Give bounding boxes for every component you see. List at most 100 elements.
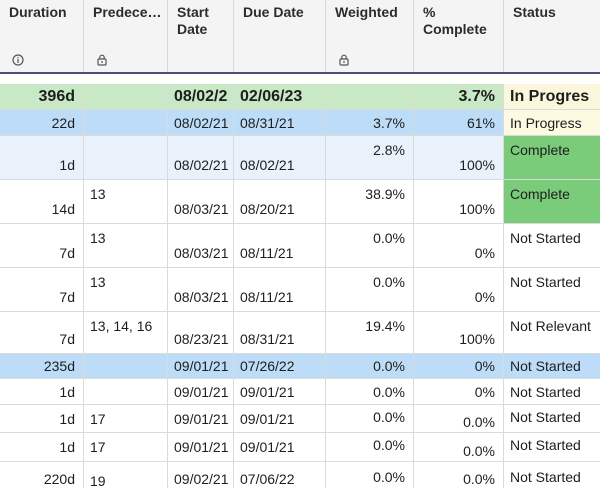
- cell-percent-complete[interactable]: 100%: [414, 136, 504, 179]
- cell-predecessors[interactable]: 13, 14, 16: [84, 312, 168, 353]
- cell-predecessors[interactable]: 13: [84, 268, 168, 311]
- cell-start-date[interactable]: 08/23/21: [168, 312, 234, 353]
- cell-due-date[interactable]: 08/20/21: [234, 180, 326, 223]
- cell-duration[interactable]: 7d: [0, 268, 84, 311]
- column-header-start-date[interactable]: Start Date: [168, 0, 234, 72]
- table-row[interactable]: 14d 13 08/03/21 08/20/21 38.9% 100% Comp…: [0, 180, 600, 224]
- cell-weighted[interactable]: 38.9%: [326, 180, 414, 223]
- cell-percent-complete[interactable]: 0.0%: [414, 405, 504, 432]
- cell-status[interactable]: Not Started: [504, 354, 600, 378]
- cell-start-date[interactable]: 09/02/21: [168, 462, 234, 488]
- cell-weighted[interactable]: 3.7%: [326, 110, 414, 135]
- table-row[interactable]: 1d 09/01/21 09/01/21 0.0% 0% Not Started: [0, 379, 600, 405]
- cell-start-date[interactable]: 08/02/21: [168, 110, 234, 135]
- cell-weighted[interactable]: 0.0%: [326, 224, 414, 267]
- table-row[interactable]: 1d 17 09/01/21 09/01/21 0.0% 0.0% Not St…: [0, 405, 600, 433]
- table-row[interactable]: 7d 13 08/03/21 08/11/21 0.0% 0% Not Star…: [0, 268, 600, 312]
- cell-percent-complete[interactable]: 100%: [414, 312, 504, 353]
- column-header-due-date[interactable]: Due Date: [234, 0, 326, 72]
- cell-status[interactable]: In Progress: [504, 110, 600, 135]
- cell-weighted[interactable]: 0.0%: [326, 354, 414, 378]
- cell-start-date[interactable]: 08/03/21: [168, 268, 234, 311]
- table-row[interactable]: 22d 08/02/21 08/31/21 3.7% 61% In Progre…: [0, 110, 600, 136]
- cell-duration[interactable]: 1d: [0, 379, 84, 404]
- cell-due-date[interactable]: 08/31/21: [234, 110, 326, 135]
- cell-predecessors[interactable]: [84, 136, 168, 179]
- cell-weighted[interactable]: [326, 84, 414, 109]
- cell-predecessors[interactable]: 17: [84, 433, 168, 461]
- cell-due-date[interactable]: 07/26/22: [234, 354, 326, 378]
- cell-start-date[interactable]: 09/01/21: [168, 379, 234, 404]
- cell-due-date[interactable]: 08/11/21: [234, 268, 326, 311]
- cell-duration[interactable]: 235d: [0, 354, 84, 378]
- cell-status[interactable]: In Progres: [504, 84, 600, 109]
- cell-status[interactable]: Not Started: [504, 462, 600, 488]
- cell-status[interactable]: Not Started: [504, 224, 600, 267]
- cell-duration[interactable]: 1d: [0, 136, 84, 179]
- column-header-duration[interactable]: Duration: [0, 0, 84, 72]
- cell-start-date[interactable]: 09/01/21: [168, 405, 234, 432]
- cell-predecessors[interactable]: [84, 110, 168, 135]
- cell-weighted[interactable]: 19.4%: [326, 312, 414, 353]
- cell-due-date[interactable]: 02/06/23: [234, 84, 326, 109]
- cell-due-date[interactable]: 08/31/21: [234, 312, 326, 353]
- cell-percent-complete[interactable]: 0%: [414, 268, 504, 311]
- cell-status[interactable]: Not Relevant: [504, 312, 600, 353]
- cell-predecessors[interactable]: [84, 354, 168, 378]
- cell-percent-complete[interactable]: 100%: [414, 180, 504, 223]
- cell-duration[interactable]: 22d: [0, 110, 84, 135]
- cell-duration[interactable]: 1d: [0, 405, 84, 432]
- table-row[interactable]: 7d 13, 14, 16 08/23/21 08/31/21 19.4% 10…: [0, 312, 600, 354]
- cell-status[interactable]: Complete: [504, 180, 600, 223]
- cell-status[interactable]: Complete: [504, 136, 600, 179]
- cell-due-date[interactable]: 09/01/21: [234, 405, 326, 432]
- cell-start-date[interactable]: 09/01/21: [168, 354, 234, 378]
- cell-percent-complete[interactable]: 0%: [414, 224, 504, 267]
- cell-percent-complete[interactable]: 0.0%: [414, 433, 504, 461]
- column-header-predecessors[interactable]: Predece…: [84, 0, 168, 72]
- cell-due-date[interactable]: 08/02/21: [234, 136, 326, 179]
- column-header-percent-complete[interactable]: % Complete: [414, 0, 504, 72]
- cell-predecessors[interactable]: 13: [84, 180, 168, 223]
- cell-predecessors[interactable]: 19: [84, 462, 168, 488]
- cell-due-date[interactable]: 08/11/21: [234, 224, 326, 267]
- cell-duration[interactable]: 7d: [0, 312, 84, 353]
- column-header-weighted[interactable]: Weighted: [326, 0, 414, 72]
- cell-due-date[interactable]: 09/01/21: [234, 379, 326, 404]
- table-row[interactable]: 1d 08/02/21 08/02/21 2.8% 100% Complete: [0, 136, 600, 180]
- column-header-status[interactable]: Status: [504, 0, 600, 72]
- cell-start-date[interactable]: 08/02/21: [168, 136, 234, 179]
- table-row[interactable]: 235d 09/01/21 07/26/22 0.0% 0% Not Start…: [0, 354, 600, 379]
- info-icon[interactable]: [12, 54, 24, 66]
- cell-percent-complete[interactable]: 0%: [414, 354, 504, 378]
- cell-duration[interactable]: 220d: [0, 462, 84, 488]
- table-row[interactable]: 1d 17 09/01/21 09/01/21 0.0% 0.0% Not St…: [0, 433, 600, 462]
- cell-percent-complete[interactable]: 3.7%: [414, 84, 504, 109]
- cell-percent-complete[interactable]: 0.0%: [414, 462, 504, 488]
- cell-predecessors[interactable]: [84, 379, 168, 404]
- table-row-summary[interactable]: 396d 08/02/2 02/06/23 3.7% In Progres: [0, 84, 600, 110]
- cell-weighted[interactable]: 0.0%: [326, 379, 414, 404]
- cell-weighted[interactable]: 0.0%: [326, 433, 414, 461]
- cell-start-date[interactable]: 08/03/21: [168, 224, 234, 267]
- table-row[interactable]: 7d 13 08/03/21 08/11/21 0.0% 0% Not Star…: [0, 224, 600, 268]
- cell-weighted[interactable]: 2.8%: [326, 136, 414, 179]
- cell-duration[interactable]: 396d: [0, 84, 84, 109]
- cell-predecessors[interactable]: 17: [84, 405, 168, 432]
- cell-status[interactable]: Not Started: [504, 433, 600, 461]
- cell-start-date[interactable]: 09/01/21: [168, 433, 234, 461]
- cell-predecessors[interactable]: [84, 84, 168, 109]
- cell-due-date[interactable]: 09/01/21: [234, 433, 326, 461]
- cell-status[interactable]: Not Started: [504, 379, 600, 404]
- cell-start-date[interactable]: 08/03/21: [168, 180, 234, 223]
- cell-predecessors[interactable]: 13: [84, 224, 168, 267]
- cell-duration[interactable]: 1d: [0, 433, 84, 461]
- cell-duration[interactable]: 14d: [0, 180, 84, 223]
- cell-weighted[interactable]: 0.0%: [326, 268, 414, 311]
- cell-start-date[interactable]: 08/02/2: [168, 84, 234, 109]
- cell-weighted[interactable]: 0.0%: [326, 462, 414, 488]
- table-row[interactable]: 220d 19 09/02/21 07/06/22 0.0% 0.0% Not …: [0, 462, 600, 488]
- cell-status[interactable]: Not Started: [504, 268, 600, 311]
- cell-duration[interactable]: 7d: [0, 224, 84, 267]
- cell-percent-complete[interactable]: 61%: [414, 110, 504, 135]
